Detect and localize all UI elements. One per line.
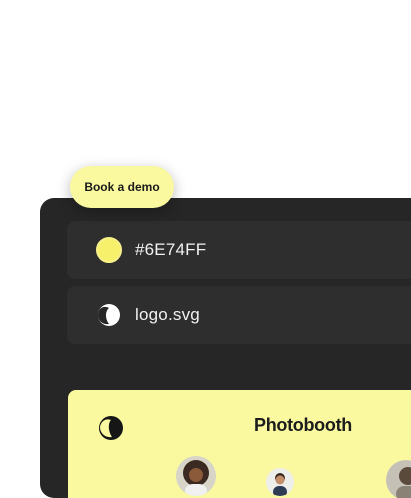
brand-name: Photobooth bbox=[254, 415, 352, 435]
avatar-woman bbox=[176, 456, 216, 496]
avatar-man bbox=[266, 468, 294, 496]
logo-icon bbox=[98, 304, 120, 326]
brand-color-field[interactable]: #6E74FF bbox=[67, 221, 411, 279]
logo-filename: logo.svg bbox=[135, 305, 200, 324]
brand-logo-field[interactable]: logo.svg bbox=[67, 286, 411, 344]
brand-logo-icon bbox=[99, 416, 123, 440]
avatar-person bbox=[386, 460, 411, 498]
book-demo-button[interactable]: Book a demo bbox=[70, 166, 174, 208]
brand-settings-panel: #6E74FF logo.svg Photobooth bbox=[40, 198, 411, 498]
color-swatch-icon[interactable] bbox=[96, 237, 122, 263]
brand-color-value: #6E74FF bbox=[135, 240, 207, 259]
brand-preview-card: Photobooth bbox=[68, 390, 411, 498]
